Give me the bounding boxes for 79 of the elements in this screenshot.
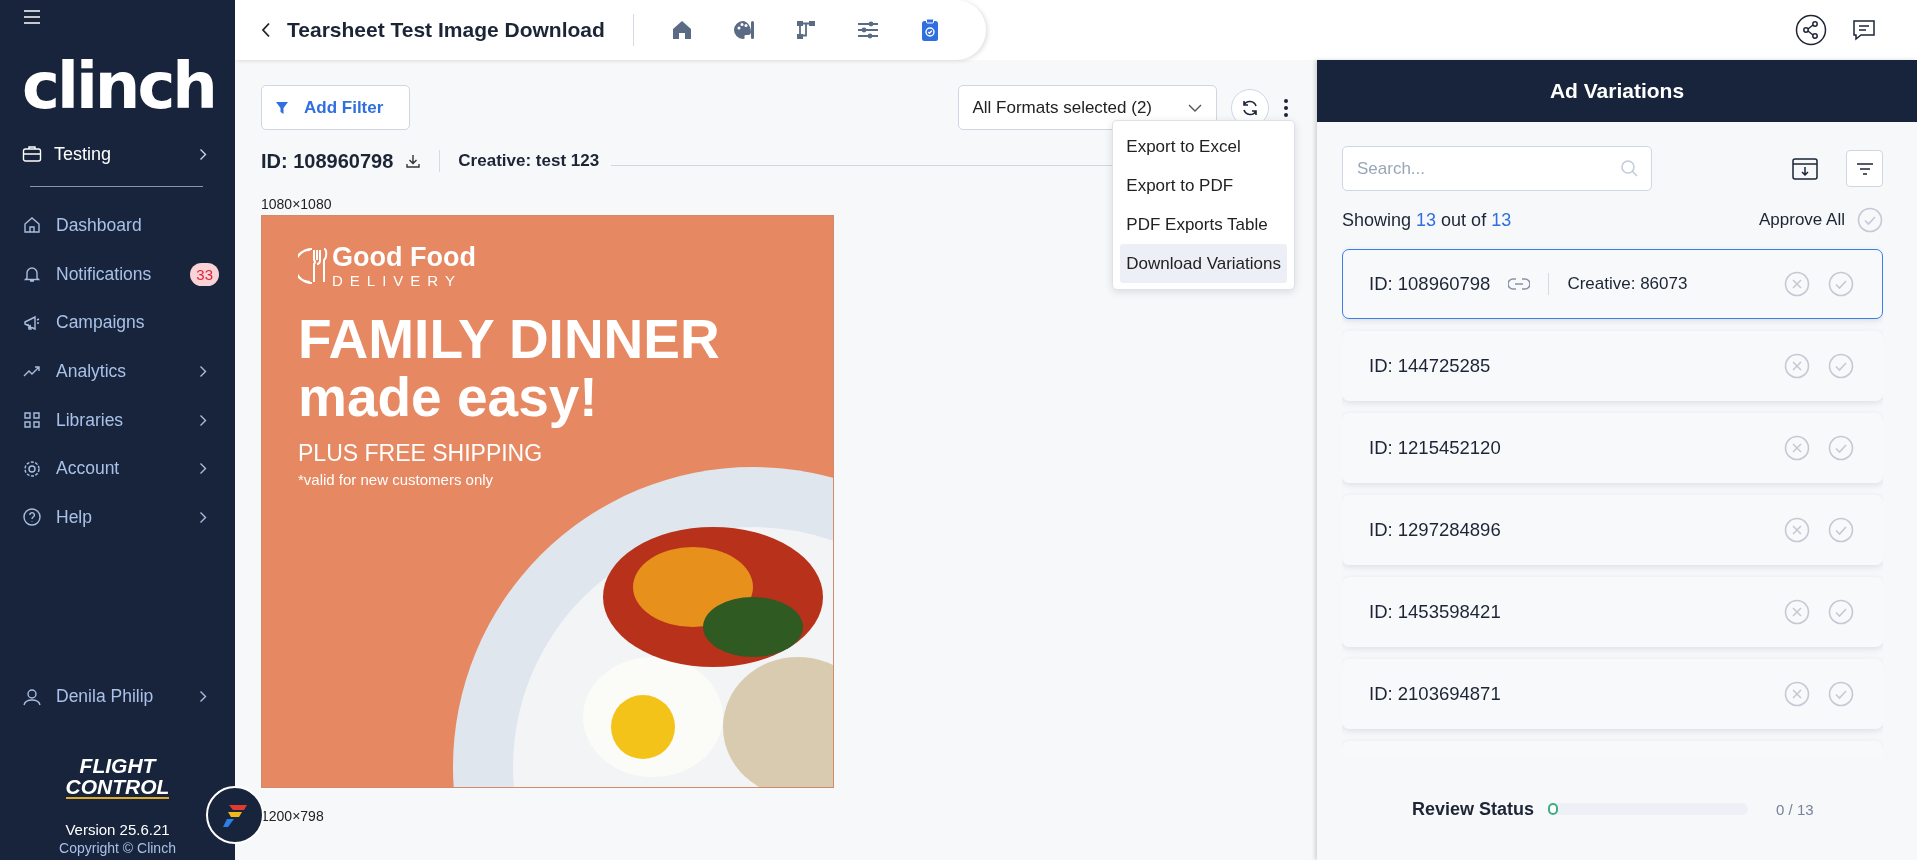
ad-headline: FAMILY DINNER xyxy=(298,310,721,368)
approve-all-check-icon[interactable] xyxy=(1857,207,1883,233)
clinch-logo: clinch xyxy=(22,54,216,118)
ad-subheadline: made easy! xyxy=(298,368,599,426)
help-icon xyxy=(22,507,42,528)
sidebar-item-label: Help xyxy=(56,506,93,528)
search-icon xyxy=(1620,159,1638,177)
download-icon[interactable] xyxy=(405,153,422,169)
variation-id: ID: 144725285 xyxy=(1369,355,1491,377)
sidebar-item-label: Account xyxy=(56,458,121,480)
variation-id: ID: 108960798 xyxy=(261,149,394,173)
sidebar-item[interactable]: Help xyxy=(22,493,235,542)
bell-icon xyxy=(22,264,42,285)
variation-id: ID: 1453598421 xyxy=(1369,601,1501,623)
share-icon[interactable] xyxy=(1795,14,1827,46)
version-text: Version 25.6.21 xyxy=(64,821,171,838)
user-name: Denila Philip xyxy=(56,686,155,708)
chevron-down-icon xyxy=(1188,103,1202,112)
menu-item[interactable]: Download Variations xyxy=(1120,244,1287,283)
palette-icon[interactable] xyxy=(731,18,756,42)
home-icon xyxy=(22,215,42,236)
workspace-name: Testing xyxy=(54,143,113,165)
filter-icon xyxy=(276,101,288,114)
ad-brand-name: Good Food xyxy=(332,244,476,271)
sidebar-item-label: Libraries xyxy=(56,409,125,431)
user-menu-item[interactable]: Denila Philip xyxy=(22,672,235,721)
showing-count: Showing 13 out of 13 xyxy=(1342,209,1512,231)
review-status-label: Review Status xyxy=(1412,798,1535,820)
creative-id: Creative: 86073 xyxy=(1567,274,1688,294)
filter-lines-icon xyxy=(1855,162,1874,175)
variation-id: ID: 2103694871 xyxy=(1369,683,1501,705)
flight-control-logo: FLIGHT CONTROL xyxy=(65,755,170,799)
gear-icon xyxy=(22,458,42,479)
sidebar-item-label: Notifications xyxy=(56,263,153,285)
sidebar-item[interactable]: Libraries xyxy=(22,395,235,445)
sidebar-item-label: Campaigns xyxy=(56,312,146,334)
briefcase-icon xyxy=(22,145,42,163)
grid-icon xyxy=(22,410,42,431)
sidebar-item[interactable]: Analytics xyxy=(22,347,235,396)
sidebar-item[interactable]: Account xyxy=(22,444,235,494)
page-title: Tearsheet Test Image Download xyxy=(287,18,605,42)
cutlery-logo-icon xyxy=(298,246,328,286)
ad-offer: PLUS FREE SHIPPING xyxy=(298,440,544,467)
user-icon xyxy=(22,686,42,707)
workspace-item[interactable]: Testing xyxy=(22,140,235,168)
menu-icon[interactable] xyxy=(23,10,41,24)
sidebar-item-label: Analytics xyxy=(56,360,128,382)
chevron-right-icon xyxy=(199,147,207,161)
comment-icon[interactable] xyxy=(1851,17,1877,43)
creative-name: Creative: test 123 xyxy=(458,151,600,171)
link-icon[interactable] xyxy=(1508,278,1531,290)
menu-item[interactable]: Export to PDF xyxy=(1120,166,1287,205)
variation-id: ID: 1215452120 xyxy=(1369,437,1501,459)
flight-control-button[interactable] xyxy=(206,786,264,844)
filter-button[interactable] xyxy=(1846,150,1883,187)
add-filter-button[interactable]: Add Filter xyxy=(261,85,411,130)
format-size-label: 1200×798 xyxy=(261,808,325,824)
more-options-icon[interactable] xyxy=(1283,97,1289,118)
review-count: 0 / 13 xyxy=(1776,800,1814,818)
approve-all-label: Approve All xyxy=(1759,210,1845,230)
formats-dropdown[interactable]: All Formats selected (2) xyxy=(957,85,1217,130)
sidebar-item-label: Dashboard xyxy=(56,214,143,236)
sidebar-item[interactable]: Notifications 33 xyxy=(22,249,235,299)
variation-id: ID: 108960798 xyxy=(1369,273,1491,295)
search-field[interactable]: Search... xyxy=(1342,146,1652,191)
copyright-text: Copyright © Clinch xyxy=(58,840,177,856)
download-tray-icon[interactable] xyxy=(1792,157,1818,180)
chevron-right-icon xyxy=(199,690,207,704)
ad-note: *valid for new customers only xyxy=(298,471,495,488)
menu-item[interactable]: PDF Exports Table xyxy=(1120,205,1287,244)
variation-id: ID: 1297284896 xyxy=(1369,519,1501,541)
panel-title: Ad Variations xyxy=(1549,79,1685,103)
ad-brand-tagline: DELIVERY xyxy=(332,273,463,288)
format-size-label: 1080×1080 xyxy=(261,196,333,212)
variation-card[interactable]: ID: 108960798 Creative: 86073 xyxy=(1342,249,1883,319)
sidebar-item[interactable]: Campaigns xyxy=(22,298,235,348)
sidebar-item[interactable]: Dashboard xyxy=(22,201,235,250)
menu-item[interactable]: Export to Excel xyxy=(1120,127,1287,166)
notification-count: 33 xyxy=(190,262,219,286)
